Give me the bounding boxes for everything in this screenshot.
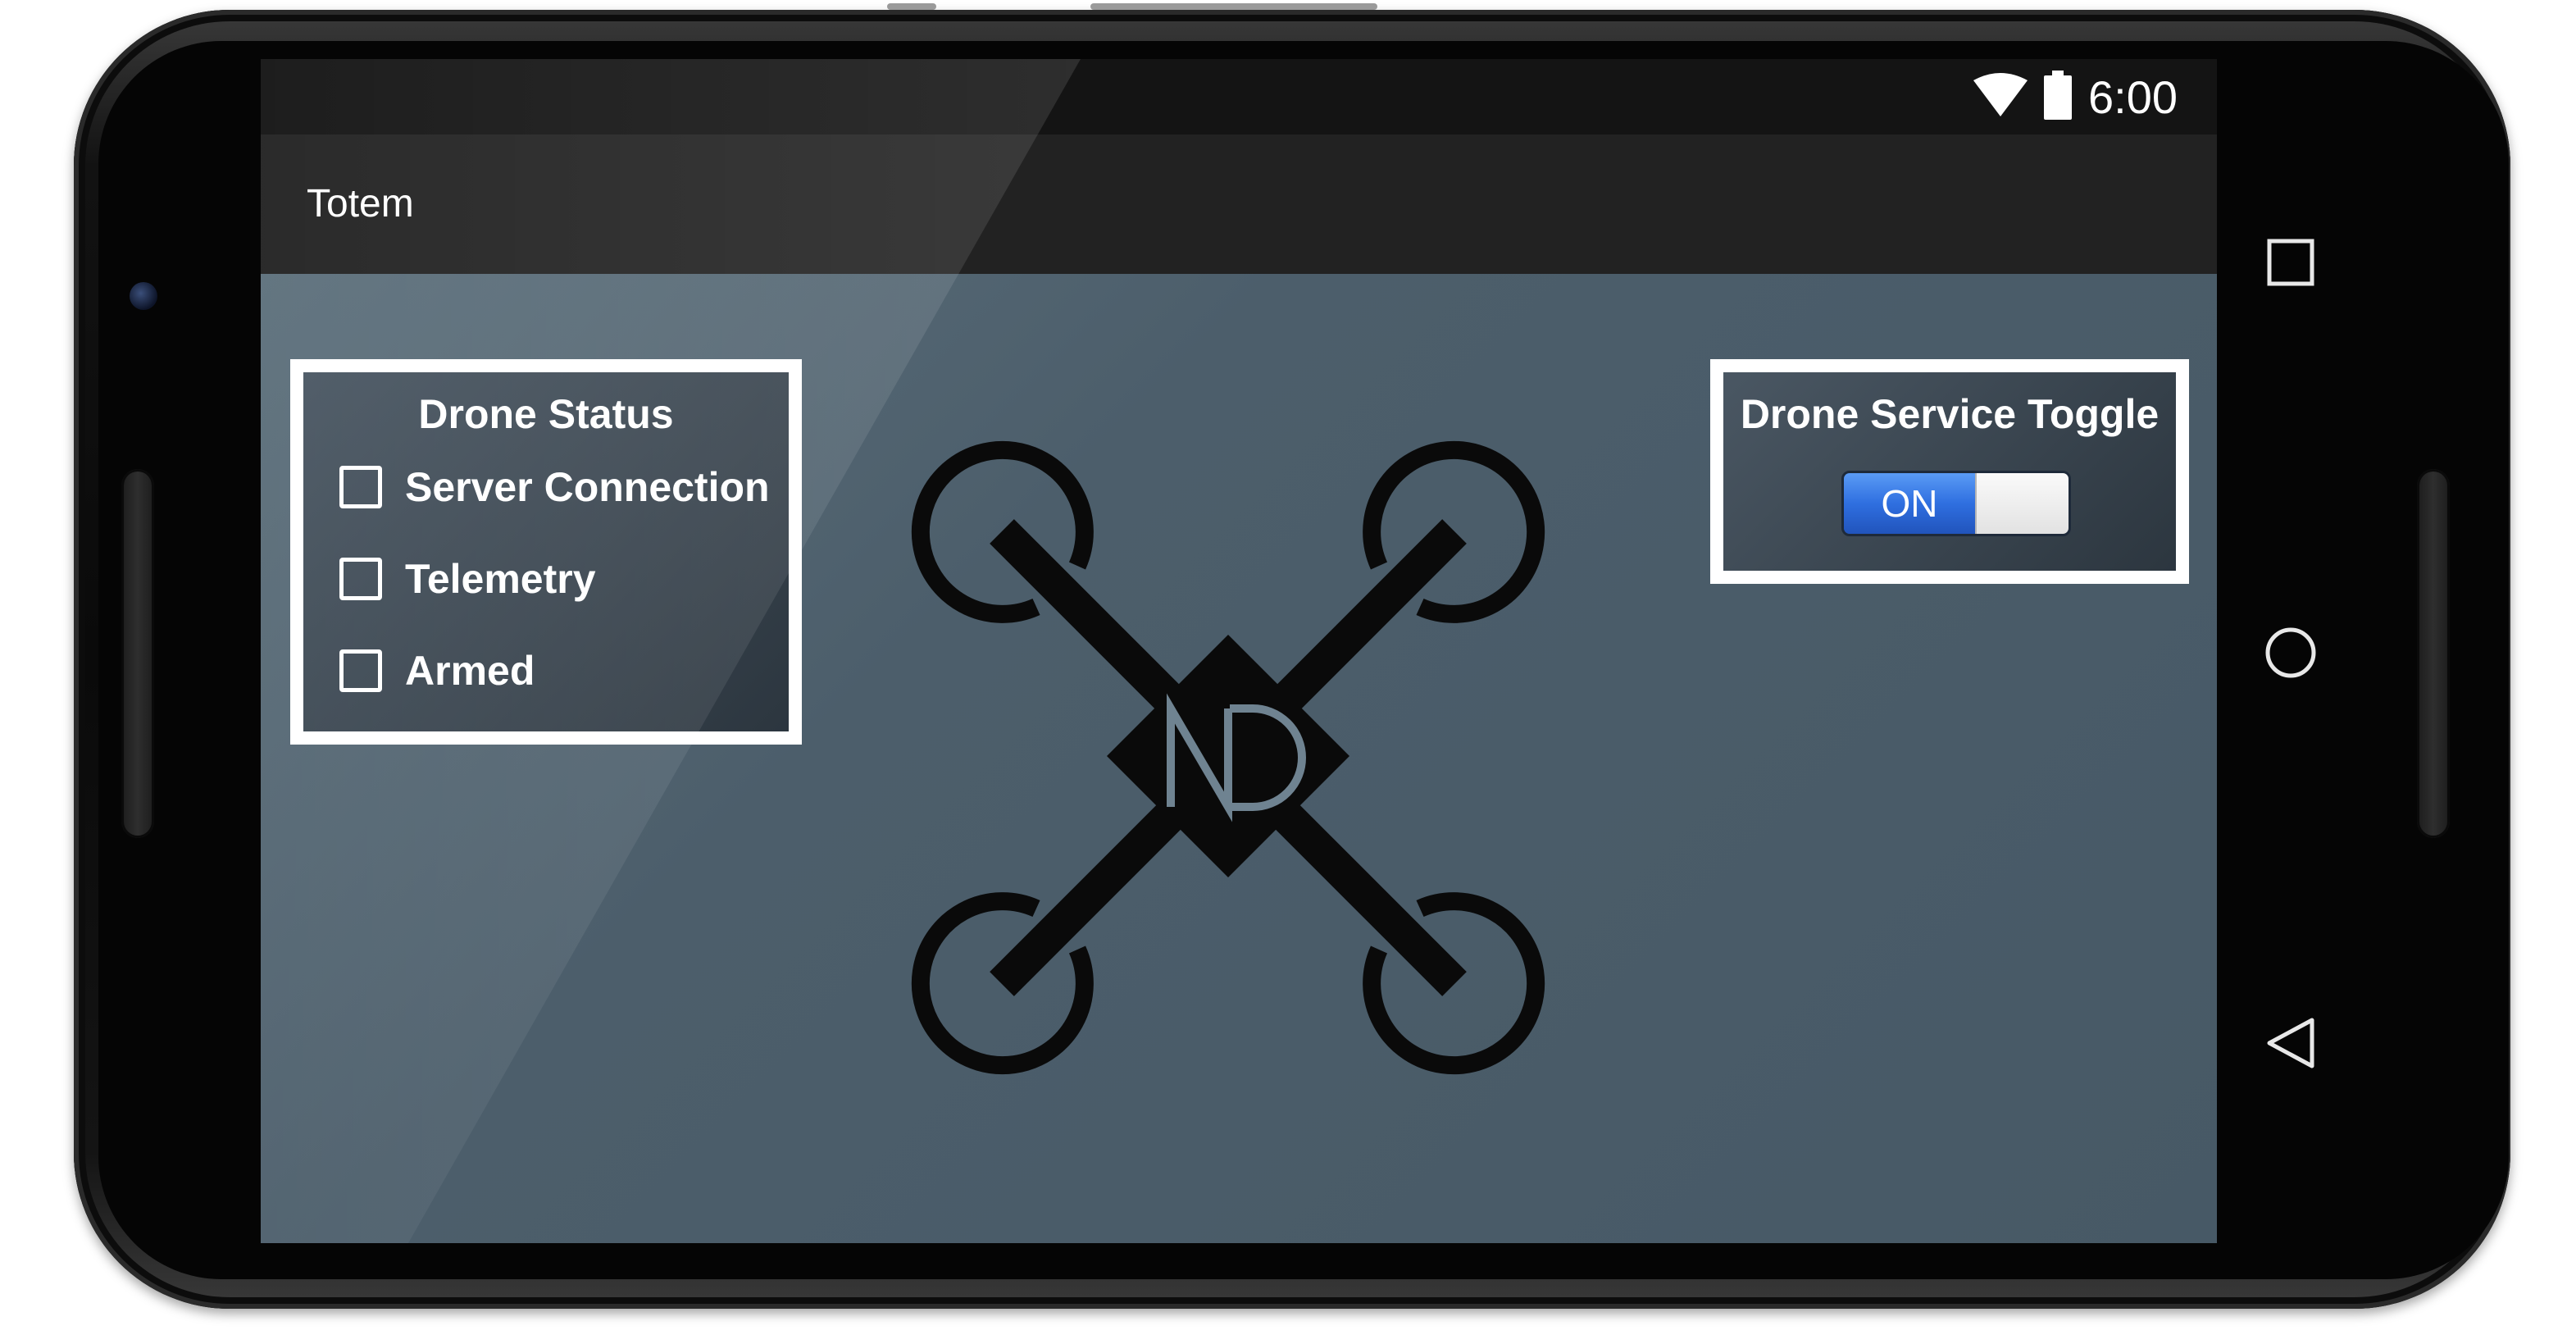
left-speaker-grille: [121, 469, 154, 838]
switch-knob[interactable]: [1975, 473, 2069, 534]
back-button[interactable]: [2258, 1010, 2323, 1076]
recents-icon: [2267, 239, 2314, 286]
checkbox-label: Telemetry: [405, 556, 596, 602]
main-content: Drone Status Server Connection Telemetry…: [261, 274, 2217, 1243]
home-icon: [2265, 627, 2316, 678]
app-title: Totem: [307, 182, 414, 226]
recents-button[interactable]: [2258, 230, 2323, 295]
wifi-icon: [1973, 72, 2028, 122]
drone-logo: [900, 430, 1556, 1086]
switch-state-label: ON: [1844, 473, 1975, 534]
checkbox-box[interactable]: [339, 558, 382, 600]
armed-checkbox[interactable]: Armed: [339, 645, 535, 697]
top-edge-button: [887, 3, 936, 10]
checkbox-box[interactable]: [339, 466, 382, 508]
drone-status-panel: Drone Status Server Connection Telemetry…: [290, 359, 802, 745]
home-button[interactable]: [2258, 620, 2323, 686]
screen: 6:00 Totem Drone Status Server Connectio…: [261, 59, 2217, 1243]
telemetry-checkbox[interactable]: Telemetry: [339, 553, 596, 605]
drone-status-heading: Drone Status: [418, 391, 674, 437]
drone-service-panel: Drone Service Toggle ON: [1710, 359, 2189, 584]
drone-service-heading: Drone Service Toggle: [1740, 391, 2160, 437]
right-speaker-grille: [2417, 469, 2450, 838]
checkbox-label: Armed: [405, 648, 535, 694]
top-edge-button: [1090, 3, 1377, 10]
status-bar: 6:00: [261, 59, 2217, 134]
checkbox-label: Server Connection: [405, 464, 770, 510]
checkbox-box[interactable]: [339, 649, 382, 692]
front-camera: [130, 282, 157, 310]
navigation-bar: [2217, 59, 2364, 1243]
back-icon: [2267, 1018, 2314, 1068]
drone-icon: [911, 440, 1545, 1075]
action-bar: Totem: [261, 134, 2217, 274]
battery-icon: [2042, 70, 2073, 124]
status-time: 6:00: [2088, 71, 2178, 123]
server-connection-checkbox[interactable]: Server Connection: [339, 461, 770, 513]
drone-service-switch[interactable]: ON: [1841, 471, 2071, 536]
